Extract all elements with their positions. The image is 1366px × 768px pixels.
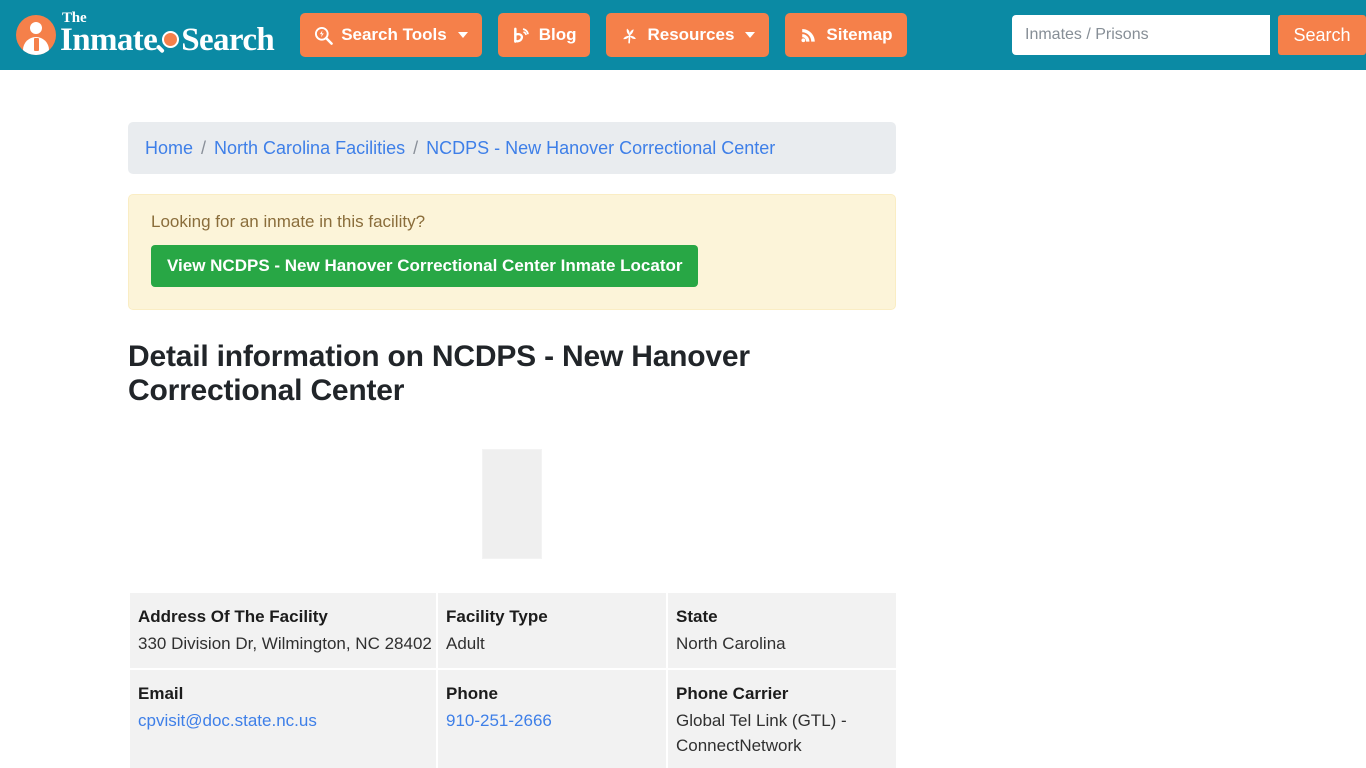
- nav-sitemap-label: Sitemap: [826, 25, 893, 44]
- facility-detail-table: Address Of The Facility 330 Division Dr,…: [128, 591, 898, 768]
- inmate-locator-alert: Looking for an inmate in this facility? …: [128, 194, 896, 310]
- detail-cell-phone: Phone 910-251-2666: [438, 670, 666, 768]
- logo-text: The Inmate Search: [58, 9, 275, 58]
- logo-the-label: The: [62, 9, 87, 26]
- nav-resources-label: Resources: [647, 25, 735, 44]
- clover-leaf-icon: [620, 26, 639, 45]
- table-row: Email cpvisit@doc.state.nc.us Phone 910-…: [130, 670, 896, 768]
- site-logo[interactable]: The Inmate Search: [16, 9, 275, 59]
- breadcrumb-separator: /: [201, 137, 207, 158]
- breadcrumb-item-state[interactable]: North Carolina Facilities: [214, 138, 405, 159]
- cell-value: Global Tel Link (GTL) - ConnectNetwork: [676, 711, 847, 755]
- cell-label: Phone Carrier: [676, 684, 789, 704]
- cell-value: North Carolina: [676, 633, 786, 653]
- cell-label: Address Of The Facility: [138, 607, 328, 627]
- person-badge-icon: [16, 15, 56, 55]
- blogger-icon: [512, 26, 531, 45]
- cell-label: State: [676, 607, 718, 627]
- cell-label: Phone: [446, 684, 498, 704]
- detail-cell-facility-type: Facility Type Adult: [438, 593, 666, 669]
- email-link[interactable]: cpvisit@doc.state.nc.us: [138, 711, 317, 730]
- chevron-down-icon: [457, 32, 468, 38]
- cell-value: Adult: [446, 633, 485, 653]
- rss-sitemap-icon: [799, 26, 818, 45]
- header-search-form: Search: [1012, 15, 1366, 55]
- cell-label: Email: [138, 684, 184, 704]
- nav-sitemap-button[interactable]: Sitemap: [785, 13, 907, 57]
- breadcrumb-separator: /: [413, 137, 419, 158]
- detail-cell-email: Email cpvisit@doc.state.nc.us: [130, 670, 436, 768]
- main-content: Home / North Carolina Facilities / NCDPS…: [128, 70, 896, 768]
- nav-search-tools-label: Search Tools: [341, 25, 447, 44]
- breadcrumb-item-home[interactable]: Home: [145, 138, 193, 159]
- magnifier-bolt-icon: [314, 26, 333, 45]
- facility-image-container: [128, 407, 896, 577]
- detail-cell-address: Address Of The Facility 330 Division Dr,…: [130, 593, 436, 669]
- search-input[interactable]: [1012, 15, 1270, 55]
- breadcrumb-item-current: NCDPS - New Hanover Correctional Center: [426, 137, 776, 158]
- logo-word-inmate: Inmate: [60, 21, 158, 58]
- nav-blog-button[interactable]: Blog: [497, 13, 591, 57]
- alert-message: Looking for an inmate in this facility?: [151, 212, 426, 231]
- logo-wordmark: Inmate Search: [60, 21, 275, 58]
- cell-label: Facility Type: [446, 607, 548, 627]
- site-header: The Inmate Search Search Tools Blog Reso…: [0, 0, 1366, 70]
- magnifier-icon: [156, 30, 181, 53]
- detail-cell-state: State North Carolina: [668, 593, 896, 669]
- search-submit-button[interactable]: Search: [1278, 15, 1366, 55]
- breadcrumb: Home / North Carolina Facilities / NCDPS…: [128, 122, 896, 174]
- logo-word-search: Search: [181, 21, 275, 58]
- chevron-down-icon: [745, 32, 756, 38]
- primary-nav: Search Tools Blog Resources Sitemap: [300, 13, 907, 57]
- phone-link[interactable]: 910-251-2666: [446, 711, 552, 730]
- facility-image-placeholder: [482, 449, 542, 560]
- page-title: Detail information on NCDPS - New Hanove…: [128, 340, 750, 407]
- view-inmate-locator-button[interactable]: View NCDPS - New Hanover Correctional Ce…: [151, 245, 699, 287]
- nav-blog-label: Blog: [538, 25, 577, 44]
- nav-resources-button[interactable]: Resources: [606, 13, 770, 57]
- cell-value: 330 Division Dr, Wilmington, NC 28402: [138, 633, 432, 653]
- table-row: Address Of The Facility 330 Division Dr,…: [130, 593, 896, 669]
- nav-search-tools-button[interactable]: Search Tools: [300, 13, 482, 57]
- detail-cell-phone-carrier: Phone Carrier Global Tel Link (GTL) - Co…: [668, 670, 896, 768]
